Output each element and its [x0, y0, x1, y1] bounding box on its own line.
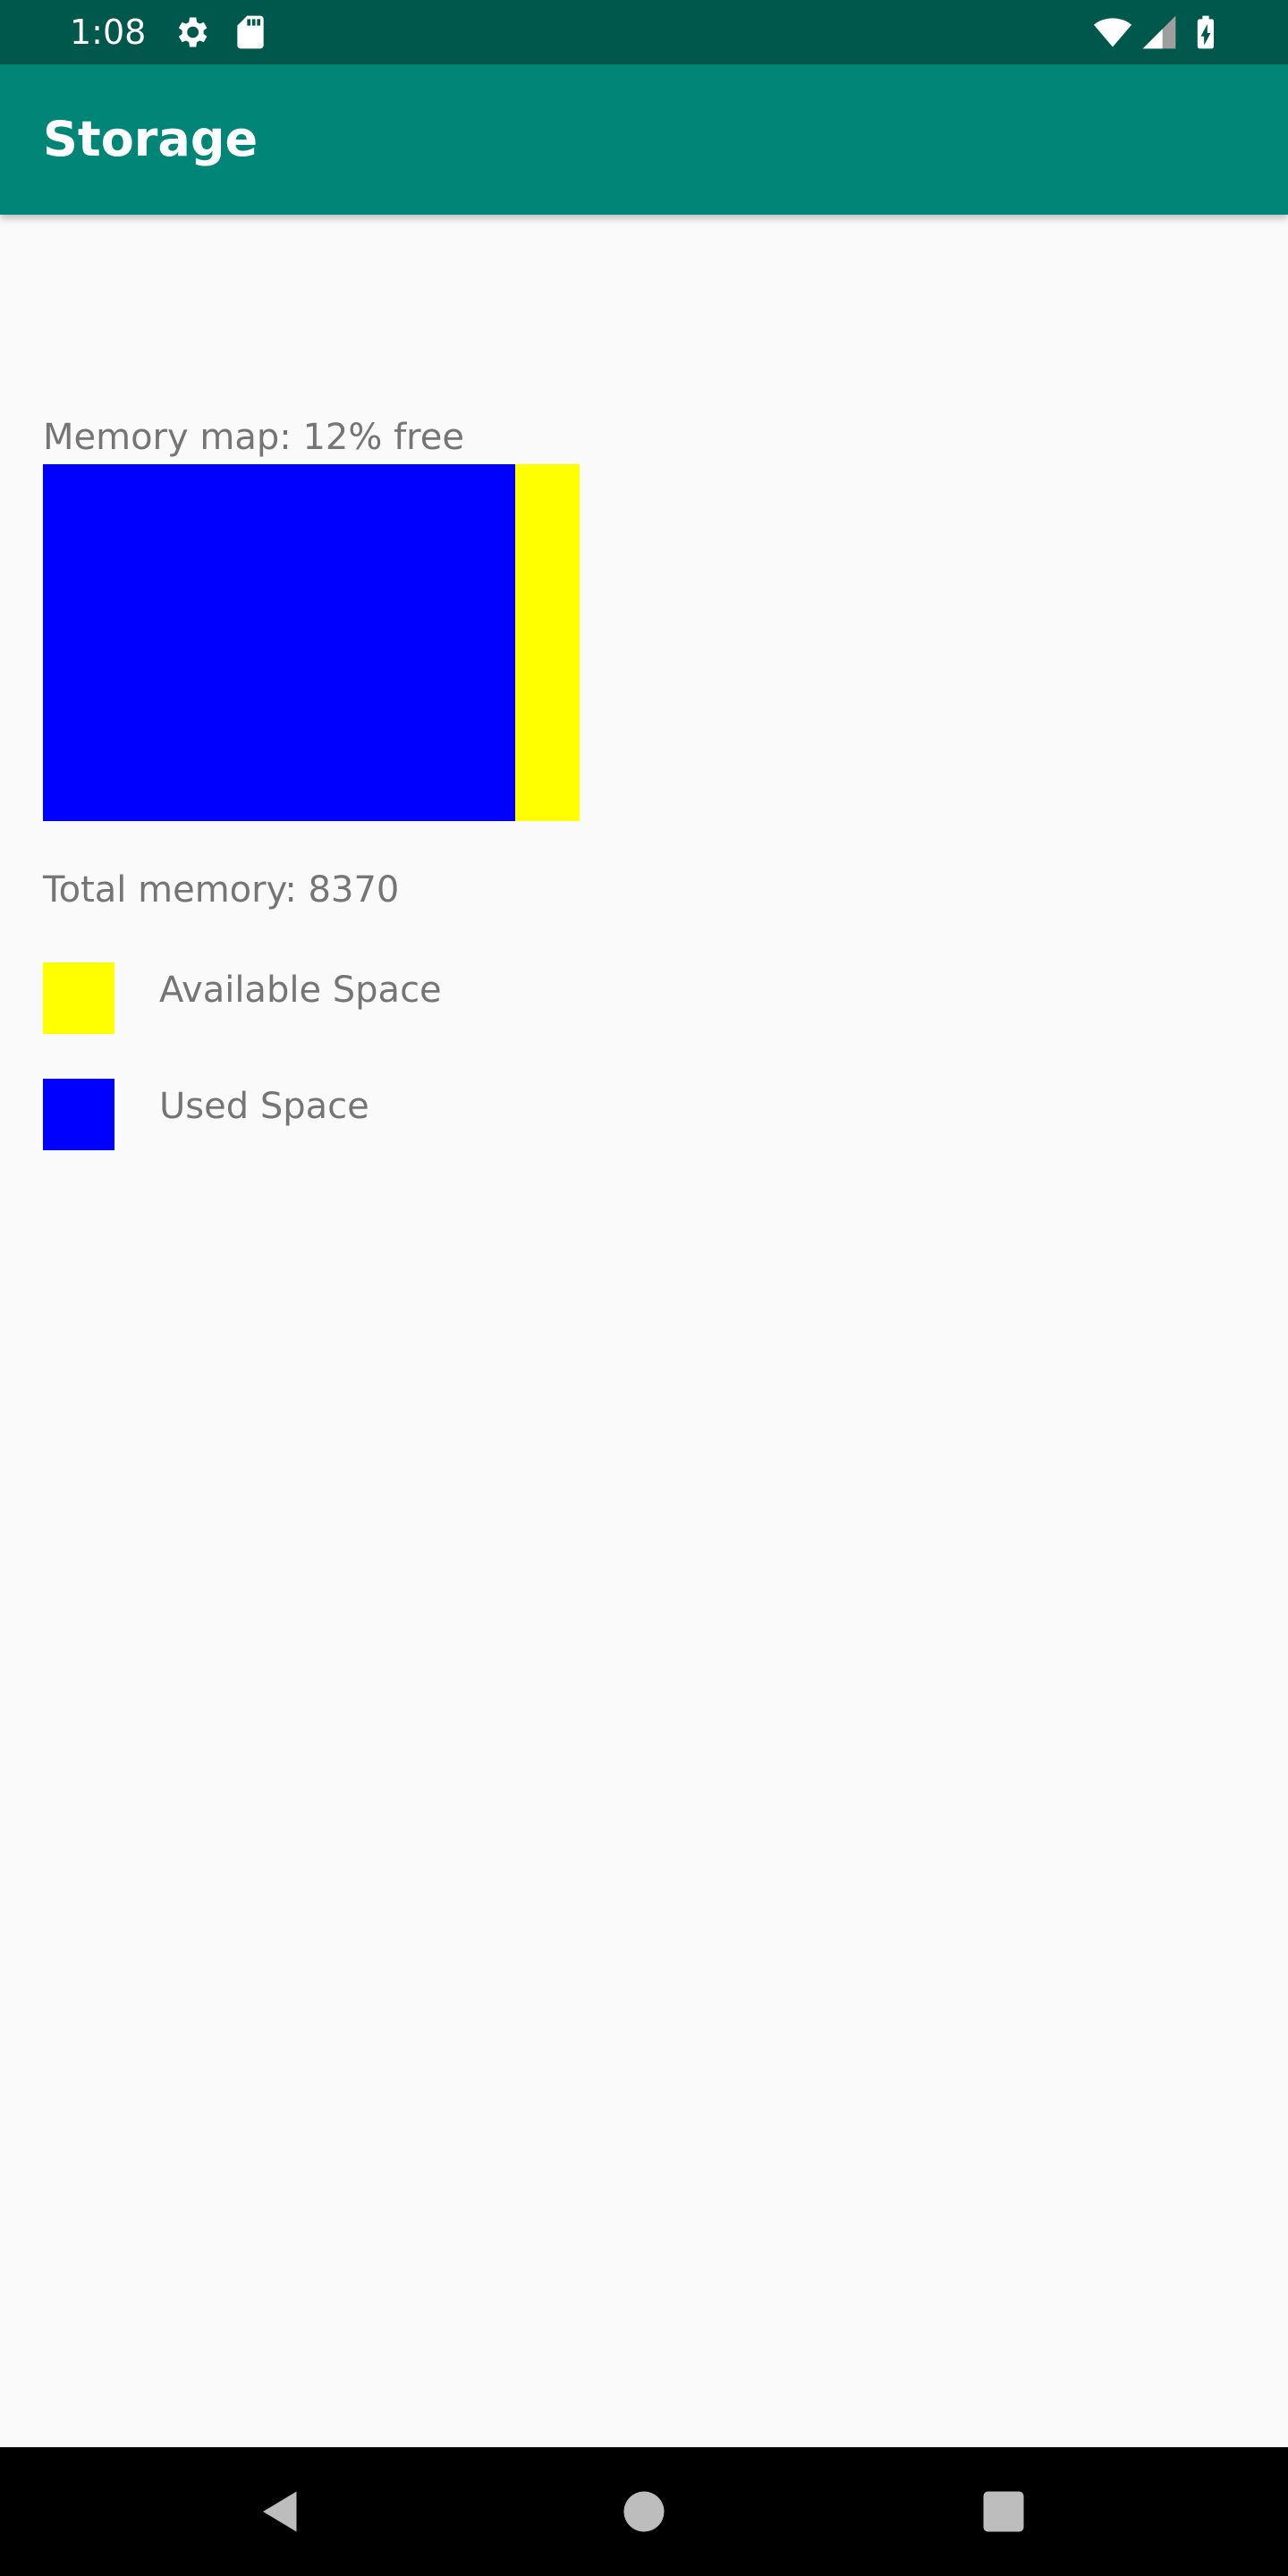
memory-map-label: Memory map: 12% free — [43, 417, 464, 458]
memory-map-used-segment — [43, 464, 515, 821]
cell-signal-icon — [1140, 13, 1179, 52]
back-icon[interactable] — [254, 2485, 308, 2538]
legend-used-swatch — [43, 1079, 114, 1150]
gear-icon — [172, 13, 211, 52]
memory-map — [43, 464, 580, 821]
recents-icon[interactable] — [977, 2485, 1030, 2538]
status-bar: 1:08 — [0, 0, 1288, 64]
app-bar: Storage — [0, 64, 1288, 215]
wifi-icon — [1093, 13, 1132, 52]
status-time: 1:08 — [70, 13, 147, 52]
home-icon[interactable] — [617, 2485, 671, 2538]
battery-charging-icon — [1186, 13, 1225, 52]
legend-available-swatch — [43, 962, 114, 1034]
navigation-bar — [0, 2447, 1288, 2576]
total-memory-label: Total memory: 8370 — [43, 869, 400, 911]
sd-card-icon — [231, 13, 270, 52]
screen: 1:08 Storage Memory map: 12% free Total … — [0, 0, 1288, 2576]
legend-used-label: Used Space — [159, 1086, 369, 1127]
legend-available-label: Available Space — [159, 970, 442, 1011]
app-title: Storage — [43, 111, 258, 167]
memory-map-free-segment — [515, 464, 580, 821]
